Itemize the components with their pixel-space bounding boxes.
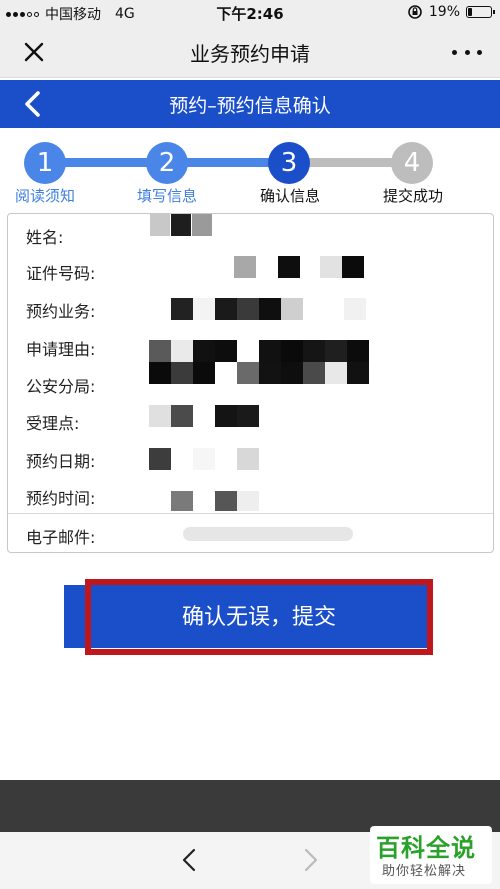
step-1-circle: 1 xyxy=(24,142,66,184)
confirmation-card: 姓名: 证件号码: 预约业务: 申请理由: 公安分局: 受理点: 预约日期: 预… xyxy=(7,213,494,553)
id-label: 证件号码: xyxy=(26,264,96,283)
step-4-label: 提交成功 xyxy=(382,187,443,205)
step-2-label: 填写信息 xyxy=(136,187,197,205)
browser-forward-icon[interactable] xyxy=(298,846,322,874)
office-label: 受理点: xyxy=(26,414,80,433)
bureau-label: 公安分局: xyxy=(26,377,96,396)
highlight-frame xyxy=(85,579,433,655)
step-3-label: 确认信息 xyxy=(259,187,320,205)
watermark-subtitle: 助你轻松解决 xyxy=(382,864,467,879)
status-right: 19% xyxy=(407,4,495,20)
email-label: 电子邮件: xyxy=(26,528,96,547)
business-label: 预约业务: xyxy=(26,302,96,321)
step-2-circle: 2 xyxy=(146,142,188,184)
rotation-lock-icon xyxy=(408,5,422,19)
name-label: 姓名: xyxy=(26,228,64,247)
watermark-title: 百科全说 xyxy=(376,834,476,862)
bottom-banner xyxy=(0,780,500,832)
step-4-circle: 4 xyxy=(391,142,433,184)
more-options-icon[interactable] xyxy=(452,38,482,66)
row-divider xyxy=(8,513,493,514)
step-progress: 1 2 3 4 阅读须知 填写信息 确认信息 提交成功 xyxy=(0,130,500,210)
section-nav-bar: 预约–预约信息确认 xyxy=(0,80,500,128)
battery-icon xyxy=(466,6,495,18)
date-label: 预约日期: xyxy=(26,452,96,471)
status-bar: 中国移动 4G 下午2:46 19% xyxy=(0,0,500,26)
page-title: 业务预约申请 xyxy=(190,42,310,66)
browser-back-icon[interactable] xyxy=(178,846,202,874)
step-1-label: 阅读须知 xyxy=(14,187,75,205)
app-header: 业务预约申请 xyxy=(0,26,500,78)
watermark-logo: 百科全说 助你轻松解决 xyxy=(370,826,492,884)
step-3-circle: 3 xyxy=(268,142,310,184)
reason-label: 申请理由: xyxy=(26,340,96,359)
battery-percent: 19% xyxy=(428,4,460,20)
section-title: 预约–预约信息确认 xyxy=(169,95,331,117)
time-label: 预约时间: xyxy=(26,489,96,508)
